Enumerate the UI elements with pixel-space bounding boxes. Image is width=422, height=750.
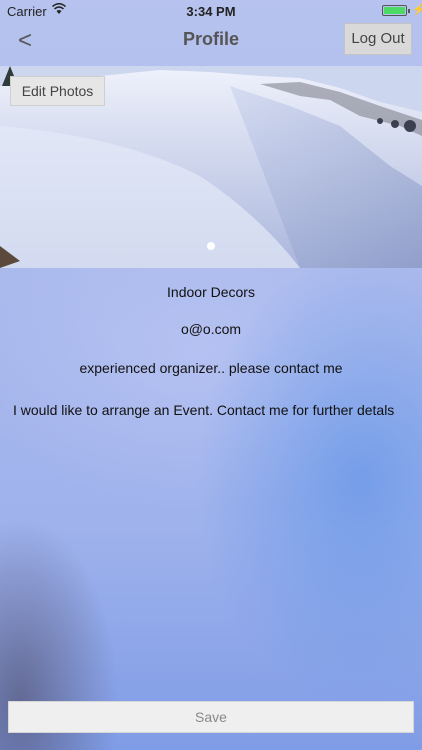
- profile-screen: Carrier 3:34 PM ⚡ < Profile Log Out Edit…: [0, 0, 422, 750]
- save-button[interactable]: Save: [8, 701, 414, 733]
- page-indicator-dot[interactable]: [207, 242, 215, 250]
- logout-button[interactable]: Log Out: [344, 23, 412, 55]
- profile-name[interactable]: Indoor Decors: [0, 284, 422, 300]
- battery-icon: [382, 5, 407, 16]
- battery-tip: [408, 9, 410, 13]
- navigation-bar: < Profile Log Out: [0, 22, 422, 66]
- clock-label: 3:34 PM: [186, 4, 236, 19]
- charging-icon: ⚡: [412, 4, 422, 16]
- profile-tagline[interactable]: experienced organizer.. please contact m…: [0, 360, 422, 376]
- status-bar: Carrier 3:34 PM ⚡: [0, 0, 422, 22]
- battery-level: [384, 7, 405, 14]
- profile-description[interactable]: I would like to arrange an Event. Contac…: [13, 401, 413, 420]
- profile-email[interactable]: o@o.com: [0, 321, 422, 337]
- edit-photos-button[interactable]: Edit Photos: [10, 76, 105, 106]
